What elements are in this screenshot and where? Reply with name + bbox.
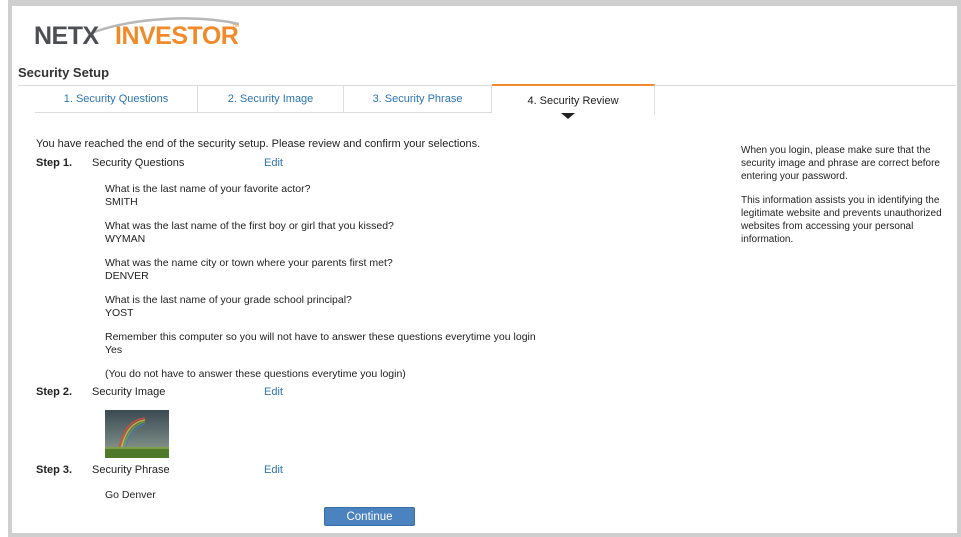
question-answer-1: What is the last name of your favorite a… <box>105 183 310 208</box>
step3-label: Security Phrase <box>92 464 170 476</box>
question-answer-4: What is the last name of your grade scho… <box>105 294 352 319</box>
question-text: Remember this computer so you will not h… <box>105 331 536 343</box>
edit-security-image-link[interactable]: Edit <box>264 386 283 398</box>
window-frame-top <box>8 0 961 6</box>
question-answer-2: What was the last name of the first boy … <box>105 220 394 245</box>
window-frame-bottom <box>8 533 961 537</box>
question-text: What was the last name of the first boy … <box>105 220 394 232</box>
page-title: Security Setup <box>18 65 110 80</box>
window-frame-right <box>957 0 961 537</box>
answer-text: YOST <box>105 306 134 319</box>
answer-text: DENVER <box>105 269 149 282</box>
answer-text: Yes <box>105 343 123 356</box>
tab-security-image[interactable]: 2. Security Image <box>198 86 344 113</box>
security-image-rainbow-icon <box>105 410 169 458</box>
sidebar-login-tip: When you login, please make sure that th… <box>741 145 940 182</box>
step2-number: Step 2. <box>36 386 73 398</box>
answer-text: WYMAN <box>105 232 146 245</box>
wizard-tabs: 1. Security Questions 2. Security Image … <box>18 84 956 115</box>
step1-label: Security Questions <box>92 157 185 169</box>
question-text: What is the last name of your grade scho… <box>105 294 352 306</box>
answer-text: SMITH <box>105 195 138 208</box>
step3-number: Step 3. <box>36 464 73 476</box>
tab-security-review[interactable]: 4. Security Review <box>492 84 655 115</box>
sidebar-info-tip: This information assists you in identify… <box>741 195 942 245</box>
question-text: What was the name city or town where you… <box>105 257 393 269</box>
edit-security-questions-link[interactable]: Edit <box>264 157 283 169</box>
security-phrase-value: Go Denver <box>105 489 156 501</box>
continue-button[interactable]: Continue <box>324 507 415 526</box>
question-text: What is the last name of your favorite a… <box>105 183 311 195</box>
edit-security-phrase-link[interactable]: Edit <box>264 464 283 476</box>
remember-note: (You do not have to answer these questio… <box>105 368 406 380</box>
intro-text: You have reached the end of the security… <box>36 138 481 150</box>
logo-netx-text: NETX <box>34 22 99 50</box>
window-frame-left <box>8 0 12 537</box>
step1-number: Step 1. <box>36 157 73 169</box>
tab-security-questions[interactable]: 1. Security Questions <box>35 86 198 113</box>
question-answer-5: Remember this computer so you will not h… <box>105 331 536 356</box>
step2-label: Security Image <box>92 386 166 398</box>
tab-security-phrase[interactable]: 3. Security Phrase <box>344 86 492 113</box>
question-answer-3: What was the name city or town where you… <box>105 257 393 282</box>
active-tab-indicator-icon <box>561 113 575 119</box>
logo-trademark: ™ <box>232 24 239 31</box>
logo-investor-text: INVESTOR <box>115 22 239 50</box>
netxinvestor-logo: NETX INVESTOR ™ <box>34 14 254 54</box>
